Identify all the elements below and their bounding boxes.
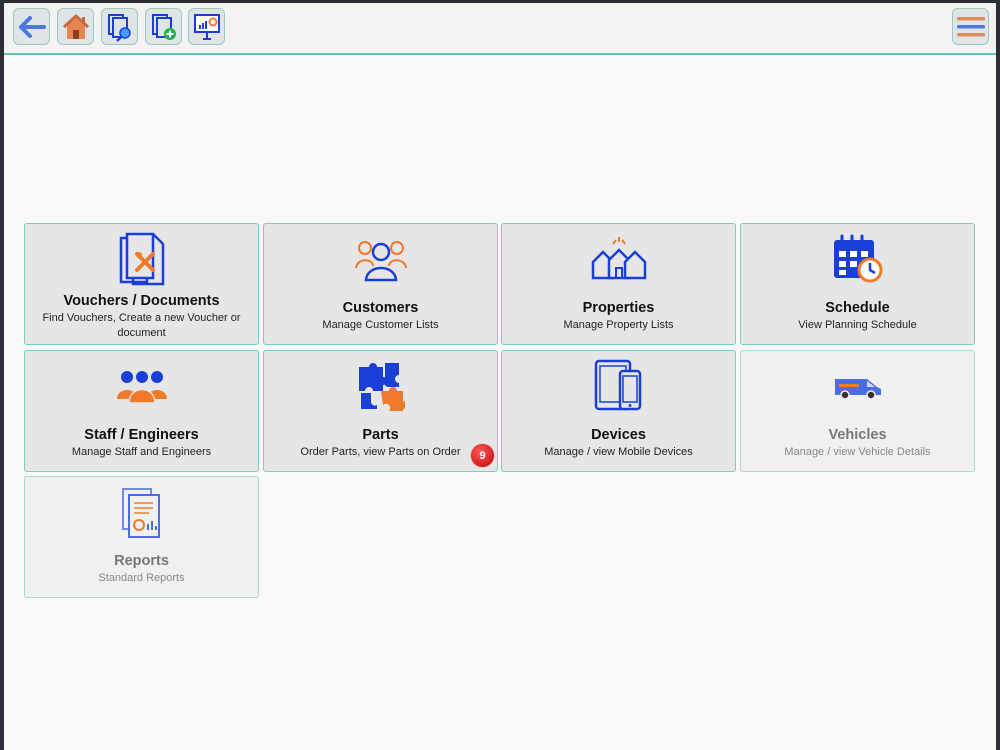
tile-staff-engineers[interactable]: Staff / Engineers Manage Staff and Engin… bbox=[24, 350, 259, 472]
menu-button[interactable] bbox=[952, 8, 989, 45]
tile-properties[interactable]: Properties Manage Property Lists bbox=[501, 223, 736, 345]
tile-subtitle: Order Parts, view Parts on Order bbox=[300, 446, 461, 458]
find-document-icon bbox=[107, 13, 131, 42]
back-button[interactable] bbox=[13, 8, 50, 45]
tile-subtitle: Manage / view Vehicle Details bbox=[784, 446, 931, 458]
tile-subtitle: Manage Customer Lists bbox=[322, 319, 439, 331]
tile-title: Properties bbox=[582, 300, 655, 316]
tile-title: Reports bbox=[114, 553, 169, 569]
new-document-button[interactable] bbox=[145, 8, 182, 45]
home-button[interactable] bbox=[57, 8, 94, 45]
dashboard-presentation-icon bbox=[193, 13, 220, 40]
vouchers-documents-icon bbox=[119, 232, 164, 286]
schedule-calendar-icon bbox=[833, 234, 882, 283]
tile-subtitle: Manage / view Mobile Devices bbox=[544, 446, 693, 458]
back-arrow-icon bbox=[18, 15, 46, 38]
home-icon bbox=[62, 14, 89, 39]
reports-icon bbox=[121, 488, 160, 538]
find-document-button[interactable] bbox=[101, 8, 138, 45]
tile-schedule[interactable]: Schedule View Planning Schedule bbox=[740, 223, 975, 345]
tile-devices[interactable]: Devices Manage / view Mobile Devices bbox=[501, 350, 736, 472]
mobile-devices-icon bbox=[594, 359, 641, 411]
tile-title: Vouchers / Documents bbox=[63, 293, 220, 309]
dashboard-button[interactable] bbox=[188, 8, 225, 45]
tile-title: Customers bbox=[342, 300, 419, 316]
parts-on-order-badge: 9 bbox=[471, 444, 494, 467]
tile-subtitle: Standard Reports bbox=[98, 572, 185, 584]
properties-icon bbox=[591, 237, 646, 280]
tile-parts[interactable]: Parts Order Parts, view Parts on Order 9 bbox=[263, 350, 498, 472]
top-toolbar bbox=[4, 3, 996, 55]
tile-title: Staff / Engineers bbox=[84, 427, 199, 443]
tile-subtitle: Manage Property Lists bbox=[563, 319, 674, 331]
new-document-icon bbox=[151, 13, 176, 40]
customers-icon bbox=[354, 241, 407, 282]
parts-puzzle-icon bbox=[358, 363, 405, 411]
tile-title: Schedule bbox=[825, 300, 890, 316]
hamburger-menu-icon bbox=[956, 16, 985, 36]
tile-vehicles[interactable]: Vehicles Manage / view Vehicle Details bbox=[740, 350, 975, 472]
app-window: Vouchers / Documents Find Vouchers, Crea… bbox=[4, 3, 996, 750]
tile-title: Devices bbox=[591, 427, 646, 443]
tile-reports[interactable]: Reports Standard Reports bbox=[24, 476, 259, 598]
tile-subtitle: View Planning Schedule bbox=[798, 319, 917, 331]
van-icon bbox=[834, 379, 881, 400]
tile-customers[interactable]: Customers Manage Customer Lists bbox=[263, 223, 498, 345]
staff-group-icon bbox=[116, 371, 167, 404]
tile-subtitle: Manage Staff and Engineers bbox=[71, 446, 212, 458]
tile-title: Parts bbox=[362, 427, 399, 443]
tile-subtitle: Find Vouchers, Create a new Voucher or d… bbox=[42, 312, 241, 339]
tile-title: Vehicles bbox=[828, 427, 887, 443]
tile-vouchers-documents[interactable]: Vouchers / Documents Find Vouchers, Crea… bbox=[24, 223, 259, 345]
